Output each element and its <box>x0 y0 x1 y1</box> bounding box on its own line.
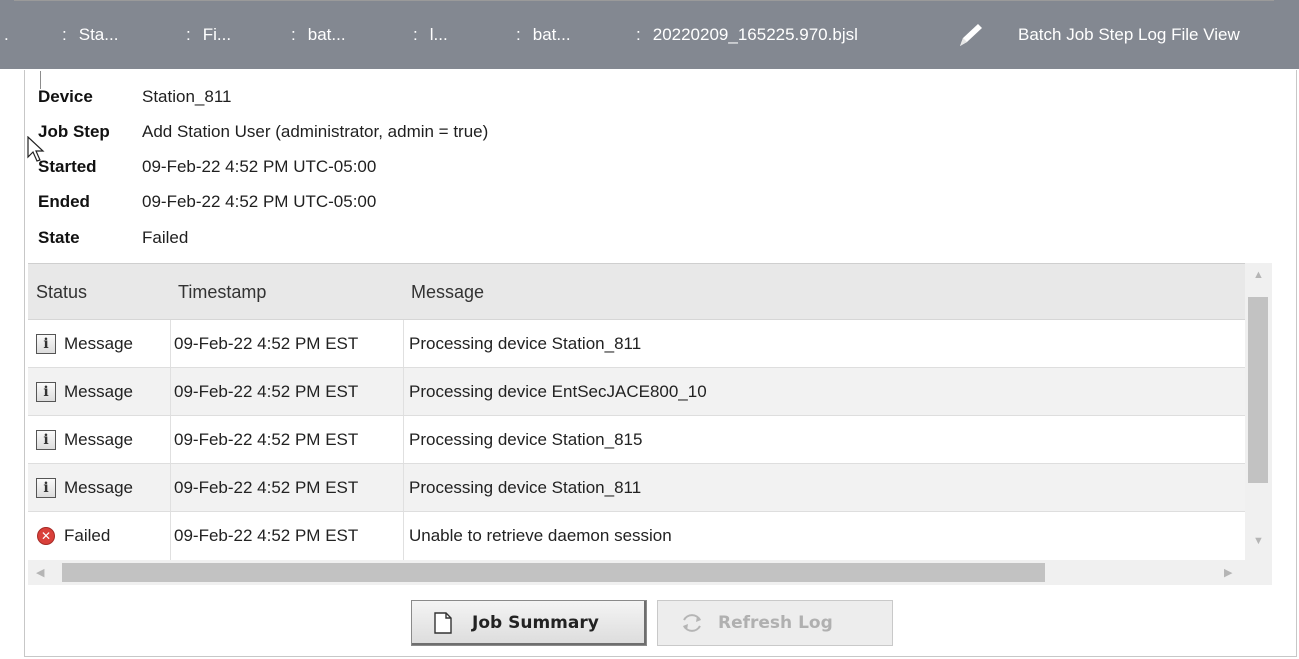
timestamp-cell: 09-Feb-22 4:52 PM EST <box>174 382 359 401</box>
info-icon: i <box>36 478 56 498</box>
column-divider <box>403 512 404 560</box>
detail-value: 09-Feb-22 4:52 PM UTC-05:00 <box>142 192 377 211</box>
job-summary-button[interactable]: Job Summary <box>411 600 647 646</box>
breadcrumb-separator: : <box>291 25 296 44</box>
refresh-log-button[interactable]: Refresh Log <box>657 600 893 646</box>
document-icon <box>434 612 452 634</box>
timestamp-cell: 09-Feb-22 4:52 PM EST <box>174 334 359 353</box>
vertical-scroll-thumb[interactable] <box>1248 297 1268 483</box>
breadcrumb-item[interactable]: : Fi... <box>186 0 231 69</box>
timestamp-cell: 09-Feb-22 4:52 PM EST <box>174 430 359 449</box>
timestamp-cell: 09-Feb-22 4:52 PM EST <box>174 526 359 545</box>
breadcrumb-label: Fi... <box>202 25 232 44</box>
breadcrumb-separator: : <box>186 25 191 44</box>
column-divider <box>170 368 171 415</box>
breadcrumb-label: bat... <box>307 25 346 44</box>
view-label: Batch Job Step Log File View <box>1018 25 1240 44</box>
scroll-right-arrow-icon[interactable]: ▶ <box>1224 566 1232 579</box>
mouse-cursor-icon <box>27 136 45 162</box>
panel-divider <box>14 0 1274 1</box>
breadcrumb-item[interactable]: : l... <box>413 0 448 69</box>
breadcrumb-label: 20220209_165225.970.bjsl <box>652 25 858 44</box>
detail-value: Add Station User (administrator, admin =… <box>142 122 489 141</box>
pencil-icon[interactable] <box>954 20 986 50</box>
table-row[interactable]: i Message 09-Feb-22 4:52 PM EST Processi… <box>28 368 1245 416</box>
scroll-up-arrow-icon[interactable]: ▲ <box>1253 269 1264 281</box>
column-divider <box>403 368 404 415</box>
breadcrumb-item[interactable]: :20220209_165225.970.bjsl <box>636 0 858 69</box>
column-header-label: Status <box>36 282 88 302</box>
breadcrumb-label: l... <box>429 25 448 44</box>
column-divider <box>403 416 404 463</box>
info-icon: i <box>36 382 56 402</box>
timestamp-cell: 09-Feb-22 4:52 PM EST <box>174 478 359 497</box>
breadcrumb-separator: : <box>516 25 521 44</box>
info-icon: i <box>36 430 56 450</box>
column-divider <box>403 320 404 367</box>
table-row[interactable]: i Message 09-Feb-22 4:52 PM EST Processi… <box>28 416 1245 464</box>
detail-label: State <box>38 228 80 247</box>
info-icon: i <box>36 334 56 354</box>
status-cell: Message <box>64 382 133 401</box>
button-label: Refresh Log <box>718 613 833 633</box>
detail-label: Job Step <box>38 122 110 141</box>
message-cell: Processing device Station_815 <box>409 430 643 449</box>
breadcrumb-item[interactable]: : Sta... <box>62 0 118 69</box>
view-selector[interactable]: Batch Job Step Log File View <box>1018 0 1240 69</box>
table-header: Status Timestamp Message <box>28 264 1245 320</box>
message-cell: Processing device Station_811 <box>409 478 642 497</box>
breadcrumb-item[interactable]: : bat... <box>516 0 571 69</box>
detail-value: Station_811 <box>142 87 232 106</box>
status-cell: Message <box>64 430 133 449</box>
status-cell: Failed <box>64 526 111 545</box>
column-divider <box>170 416 171 463</box>
message-cell: Processing device EntSecJACE800_10 <box>409 382 707 401</box>
detail-value: 09-Feb-22 4:52 PM UTC-05:00 <box>142 157 377 176</box>
breadcrumb-label: Sta... <box>78 25 119 44</box>
horizontal-scroll-thumb[interactable] <box>62 563 1045 582</box>
breadcrumb-separator: : <box>62 25 67 44</box>
breadcrumb-item[interactable]: . <box>4 0 21 69</box>
breadcrumb-label: bat... <box>532 25 571 44</box>
message-cell: Processing device Station_811 <box>409 334 642 353</box>
column-header-status[interactable]: Status <box>28 264 170 320</box>
column-divider <box>170 464 171 511</box>
detail-label: Started <box>38 157 97 176</box>
failed-icon: ✕ <box>37 527 55 545</box>
status-cell: Message <box>64 478 133 497</box>
column-header-timestamp[interactable]: Timestamp <box>170 264 403 320</box>
column-header-label: Timestamp <box>178 282 267 302</box>
breadcrumb: . : Sta... : Fi... : bat... : l... : bat... :… <box>0 0 1299 69</box>
table-row[interactable]: i Message 09-Feb-22 4:52 PM EST Processi… <box>28 464 1245 512</box>
status-cell: Message <box>64 334 133 353</box>
column-header-label: Message <box>411 282 485 302</box>
column-divider <box>170 512 171 560</box>
detail-label: Ended <box>38 192 90 211</box>
column-header-message[interactable]: Message <box>403 264 1245 320</box>
scrollbar-corner <box>1245 560 1272 585</box>
scroll-left-arrow-icon[interactable]: ◀ <box>36 566 44 579</box>
horizontal-scrollbar[interactable]: ◀ ▶ <box>28 560 1245 585</box>
scroll-down-arrow-icon[interactable]: ▼ <box>1253 535 1264 547</box>
detail-value: Failed <box>142 228 189 247</box>
button-label: Job Summary <box>472 613 599 633</box>
log-table: Status Timestamp Message i Message 09-Fe… <box>28 263 1245 560</box>
table-row[interactable]: ✕ Failed 09-Feb-22 4:52 PM EST Unable to… <box>28 512 1245 560</box>
message-cell: Unable to retrieve daemon session <box>409 526 672 545</box>
breadcrumb-item[interactable]: : bat... <box>291 0 346 69</box>
refresh-icon <box>683 614 701 632</box>
column-divider <box>170 320 171 367</box>
breadcrumb-separator: : <box>636 25 641 44</box>
vertical-scrollbar[interactable]: ▲ ▼ <box>1245 263 1272 560</box>
breadcrumb-separator: . <box>4 25 9 44</box>
table-row[interactable]: i Message 09-Feb-22 4:52 PM EST Processi… <box>28 320 1245 368</box>
column-divider <box>403 464 404 511</box>
breadcrumb-separator: : <box>413 25 418 44</box>
detail-label: Device <box>38 87 93 106</box>
